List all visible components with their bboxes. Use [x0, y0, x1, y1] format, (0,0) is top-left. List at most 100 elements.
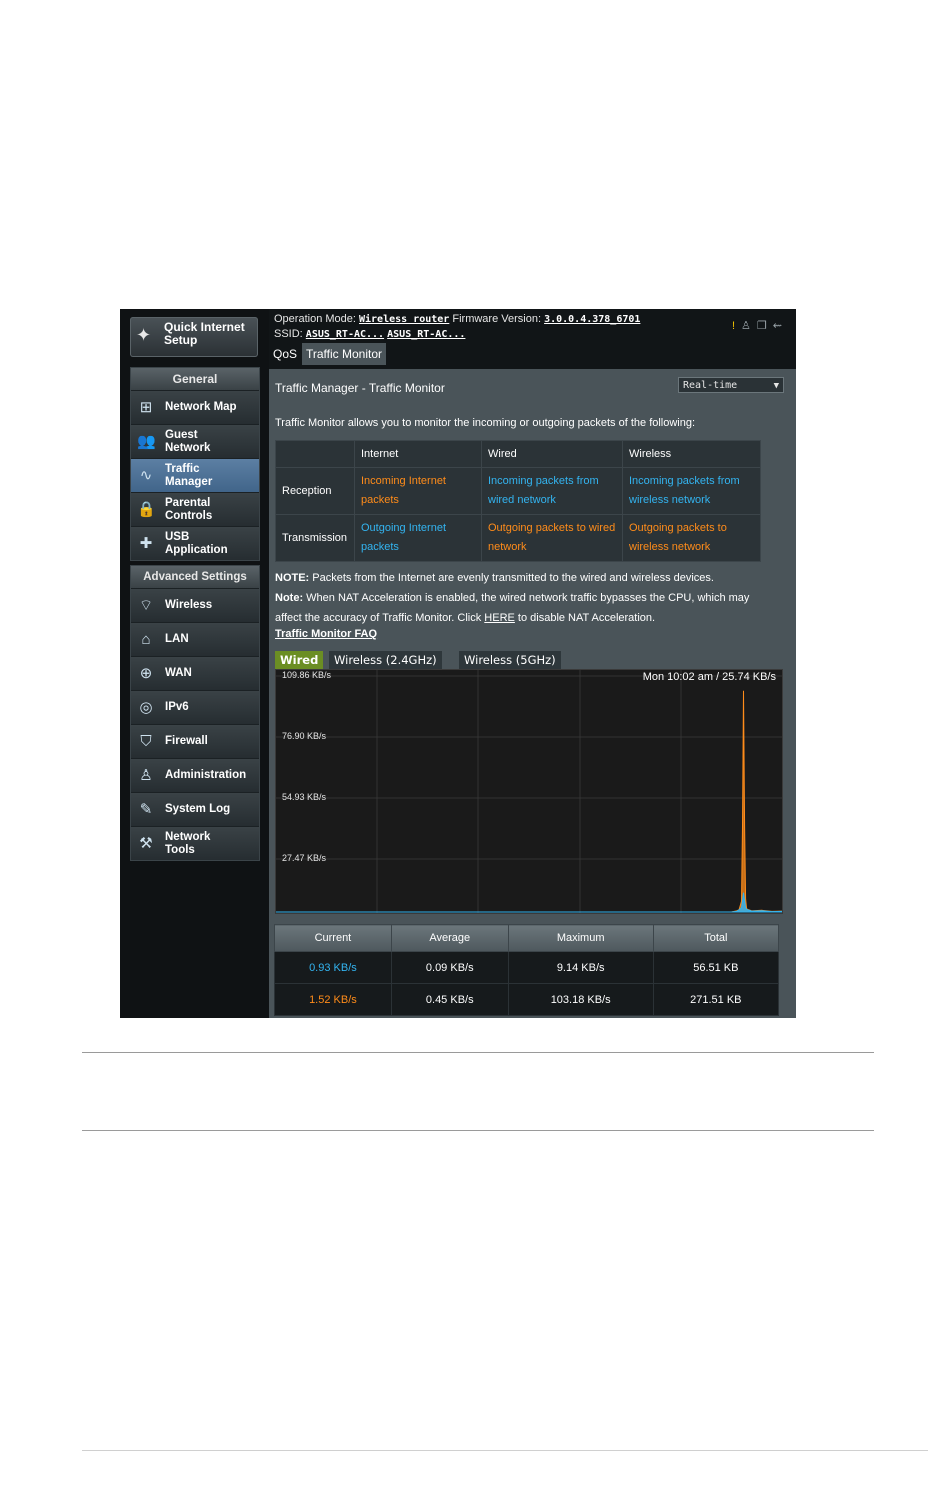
note-label: Note: [275, 592, 304, 604]
sidebar-item-guest-network[interactable]: 👥 Guest Network [131, 424, 259, 458]
ipv6-icon: ◎ [139, 699, 153, 716]
sidebar-item-administration[interactable]: ♙ Administration [131, 758, 259, 792]
traffic-stats-table: Current Average Maximum Total 0.93 KB/s … [274, 924, 780, 1016]
sidebar-item-system-log[interactable]: ✎ System Log [131, 792, 259, 826]
wifi-icon: ⌔ [138, 597, 154, 614]
row-header: Reception [275, 467, 355, 515]
warning-icon[interactable]: ! [732, 320, 741, 332]
firmware-label: Firmware Version: [452, 313, 542, 325]
table-cell: Incoming packets from wireless network [622, 467, 761, 515]
notes: NOTE: Packets from the Internet are even… [275, 568, 775, 628]
sidebar-item-traffic-manager[interactable]: ∿ Traffic Manager [131, 458, 259, 492]
traffic-chart: 109.86 KB/s 76.90 KB/s 54.93 KB/s 27.47 KB/… [275, 669, 783, 914]
sidebar-item-label: System Log [165, 803, 231, 815]
sidebar-item-lan[interactable]: ⌂ LAN [131, 622, 259, 656]
traffic-monitor-faq-link[interactable]: Traffic Monitor FAQ [275, 628, 377, 640]
footer-divider [82, 1450, 928, 1451]
sidebar-item-ipv6[interactable]: ◎ IPv6 [131, 690, 259, 724]
quick-internet-setup-button[interactable]: ✦ Quick Internet Setup [130, 317, 258, 357]
note-text: Packets from the Internet are evenly tra… [309, 572, 714, 584]
display-mode-select[interactable]: Real-time ▼ [678, 377, 784, 393]
sidebar-item-network-map[interactable]: ⊞ Network Map [131, 390, 259, 424]
tab-wireless-5ghz[interactable]: Wireless (5GHz) [459, 651, 561, 669]
page-title: Traffic Manager - Traffic Monitor [275, 381, 445, 395]
sidebar-item-label: Firewall [165, 735, 208, 747]
table-row: 0.93 KB/s 0.09 KB/s 9.14 KB/s 56.51 KB [274, 951, 780, 984]
sidebar-item-label: Parental Controls [165, 496, 213, 522]
sidebar-item-label: LAN [165, 633, 189, 645]
users-icon[interactable]: ♙ [741, 320, 757, 332]
tab-wired[interactable]: Wired [275, 651, 324, 669]
ssid-line: SSID: ASUS_RT-AC... ASUS_RT-AC... [274, 328, 465, 340]
sidebar-item-parental-controls[interactable]: 🔒 Parental Controls [131, 492, 259, 526]
sidebar-item-wireless[interactable]: ⌔ Wireless [131, 588, 259, 622]
column-header: Average [390, 924, 509, 952]
table-row: 1.52 KB/s 0.45 KB/s 103.18 KB/s 271.51 K… [274, 983, 780, 1016]
table-cell: Outgoing packets to wireless network [622, 514, 761, 562]
maximum-outgoing: 103.18 KB/s [507, 983, 654, 1016]
series-area-incoming [276, 892, 782, 913]
main-content: Traffic Manager - Traffic Monitor Real-t… [269, 369, 796, 1018]
operation-mode-label: Operation Mode: [274, 313, 356, 325]
note-nat: Note: When NAT Acceleration is enabled, … [275, 588, 775, 628]
shield-icon: ⛉ [140, 733, 152, 750]
sidebar-item-label: Guest Network [165, 428, 211, 454]
row-header: Transmission [275, 514, 355, 562]
usb-icon[interactable]: ⇜ [773, 320, 788, 332]
guest-users-icon: 👥 [137, 433, 156, 450]
lock-icon: 🔒 [137, 501, 156, 518]
table-cell: Incoming packets from wired network [481, 467, 623, 515]
y-tick-label: 109.86 KB/s [282, 670, 332, 680]
globe-icon: ⊕ [139, 665, 153, 682]
table-cell: Outgoing Internet packets [354, 514, 482, 562]
page-description: Traffic Monitor allows you to monitor th… [275, 417, 696, 429]
note-text: to disable NAT Acceleration. [514, 612, 656, 624]
sidebar-item-label: IPv6 [165, 701, 189, 713]
table-cell: Incoming Internet packets [354, 467, 482, 515]
copy-icon[interactable]: ❐ [757, 320, 773, 332]
table-cell: Outgoing packets to wired network [481, 514, 623, 562]
sidebar-item-usb-application[interactable]: ✚ USB Application [131, 526, 259, 560]
series-area-outgoing [276, 690, 782, 913]
column-header: Current [274, 924, 392, 952]
ssid-link-5ghz[interactable]: ASUS_RT-AC... [387, 329, 465, 340]
maximum-incoming: 9.14 KB/s [507, 951, 654, 984]
magic-wand-icon: ✦ [136, 325, 152, 345]
y-tick-label: 76.90 KB/s [282, 731, 327, 741]
disable-nat-link[interactable]: HERE [484, 612, 515, 624]
average-incoming: 0.09 KB/s [390, 951, 509, 984]
advanced-menu: Advanced Settings ⌔ Wireless ⌂ LAN ⊕ WAN… [130, 565, 260, 861]
column-header: Internet [354, 440, 482, 468]
operation-mode-link[interactable]: Wireless router [359, 314, 449, 325]
home-icon: ⌂ [141, 631, 151, 648]
ssid-label: SSID: [274, 328, 303, 340]
log-edit-icon: ✎ [139, 801, 153, 818]
firmware-link[interactable]: 3.0.0.4.378_6701 [544, 314, 640, 325]
sidebar-item-firewall[interactable]: ⛉ Firewall [131, 724, 259, 758]
sidebar-item-label: Traffic Manager [165, 462, 213, 488]
sidebar-item-label: WAN [165, 667, 192, 679]
tab-wireless-24ghz[interactable]: Wireless (2.4GHz) [329, 651, 442, 669]
puzzle-icon: ✚ [139, 535, 153, 552]
average-outgoing: 0.45 KB/s [390, 983, 509, 1016]
sidebar-item-wan[interactable]: ⊕ WAN [131, 656, 259, 690]
tools-icon: ⚒ [139, 835, 153, 852]
column-header: Total [652, 924, 780, 952]
column-header: Wired [481, 440, 623, 468]
display-mode-value: Real-time [683, 380, 738, 391]
tab-qos[interactable]: QoS [269, 343, 301, 365]
sidebar-item-label: Wireless [165, 599, 213, 611]
divider [82, 1130, 874, 1131]
tab-traffic-monitor[interactable]: Traffic Monitor [302, 343, 387, 365]
note-label: NOTE: [275, 572, 310, 584]
sidebar-item-network-tools[interactable]: ⚒ Network Tools [131, 826, 259, 860]
sidebar-item-label: Network Tools [165, 830, 211, 856]
network-map-icon: ⊞ [139, 399, 153, 416]
general-menu: General ⊞ Network Map 👥 Guest Network ∿ … [130, 367, 260, 561]
sidebar: ✦ Quick Internet Setup General ⊞ Network… [120, 309, 269, 1018]
sidebar-item-label: Administration [165, 769, 247, 781]
general-menu-title: General [131, 368, 259, 390]
ssid-link-24ghz[interactable]: ASUS_RT-AC... [306, 329, 384, 340]
sidebar-item-label: Network Map [165, 401, 237, 413]
admin-user-icon: ♙ [139, 767, 153, 784]
